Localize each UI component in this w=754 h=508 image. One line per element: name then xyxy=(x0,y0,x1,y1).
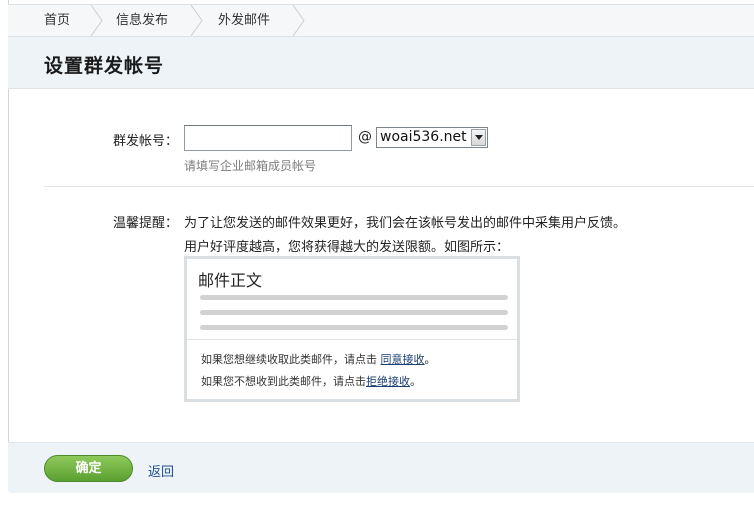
breadcrumb-separator-icon xyxy=(90,5,104,36)
preview-placeholder-line xyxy=(200,295,508,300)
breadcrumb-home[interactable]: 首页 xyxy=(44,5,70,36)
reject-prefix: 如果您不想收到此类邮件，请点击 xyxy=(201,375,366,388)
breadcrumb-outgoing-mail[interactable]: 外发邮件 xyxy=(218,5,270,36)
reject-link[interactable]: 拒绝接收 xyxy=(366,375,410,388)
domain-select-value: woai536.net xyxy=(380,129,467,145)
account-hint: 请填写企业邮箱成员帐号 xyxy=(184,159,317,173)
account-input[interactable] xyxy=(184,125,352,151)
section-divider xyxy=(44,186,754,187)
accept-prefix: 如果您想继续收取此类邮件，请点击 xyxy=(201,353,381,366)
domain-select[interactable]: woai536.net xyxy=(376,127,488,148)
title-band: 设置群发帐号 xyxy=(8,37,754,89)
at-sign: @ xyxy=(358,129,372,145)
chevron-down-icon[interactable] xyxy=(471,129,486,146)
preview-accept-line: 如果您想继续收取此类邮件，请点击 同意接收。 xyxy=(201,351,436,367)
tip-line-2: 用户好评度越高，您将获得越大的发送限额。如图所示： xyxy=(184,240,510,255)
breadcrumb: 首页 信息发布 外发邮件 xyxy=(8,4,754,37)
tip-label: 温馨提醒： xyxy=(113,216,179,231)
preview-separator xyxy=(187,339,517,340)
breadcrumb-separator-icon xyxy=(292,5,306,36)
back-link[interactable]: 返回 xyxy=(148,461,174,480)
preview-placeholder-line xyxy=(200,325,508,330)
accept-suffix: 。 xyxy=(424,353,436,366)
accept-link[interactable]: 同意接收 xyxy=(381,353,425,366)
reject-suffix: 。 xyxy=(410,375,421,388)
footer-bar: 确定 返回 xyxy=(8,442,754,493)
breadcrumb-info-publish[interactable]: 信息发布 xyxy=(116,5,168,36)
tip-line-1: 为了让您发送的邮件效果更好，我们会在该帐号发出的邮件中采集用户反馈。 xyxy=(184,216,627,231)
breadcrumb-separator-icon xyxy=(190,5,204,36)
confirm-button[interactable]: 确定 xyxy=(44,455,133,482)
page-title: 设置群发帐号 xyxy=(44,55,165,77)
account-label: 群发帐号： xyxy=(113,134,179,149)
preview-title: 邮件正文 xyxy=(198,271,263,290)
mail-preview-box: 邮件正文 如果您想继续收取此类邮件，请点击 同意接收。 如果您不想收到此类邮件，… xyxy=(184,256,520,402)
preview-placeholder-line xyxy=(200,310,508,315)
preview-reject-line: 如果您不想收到此类邮件，请点击拒绝接收。 xyxy=(201,373,421,389)
